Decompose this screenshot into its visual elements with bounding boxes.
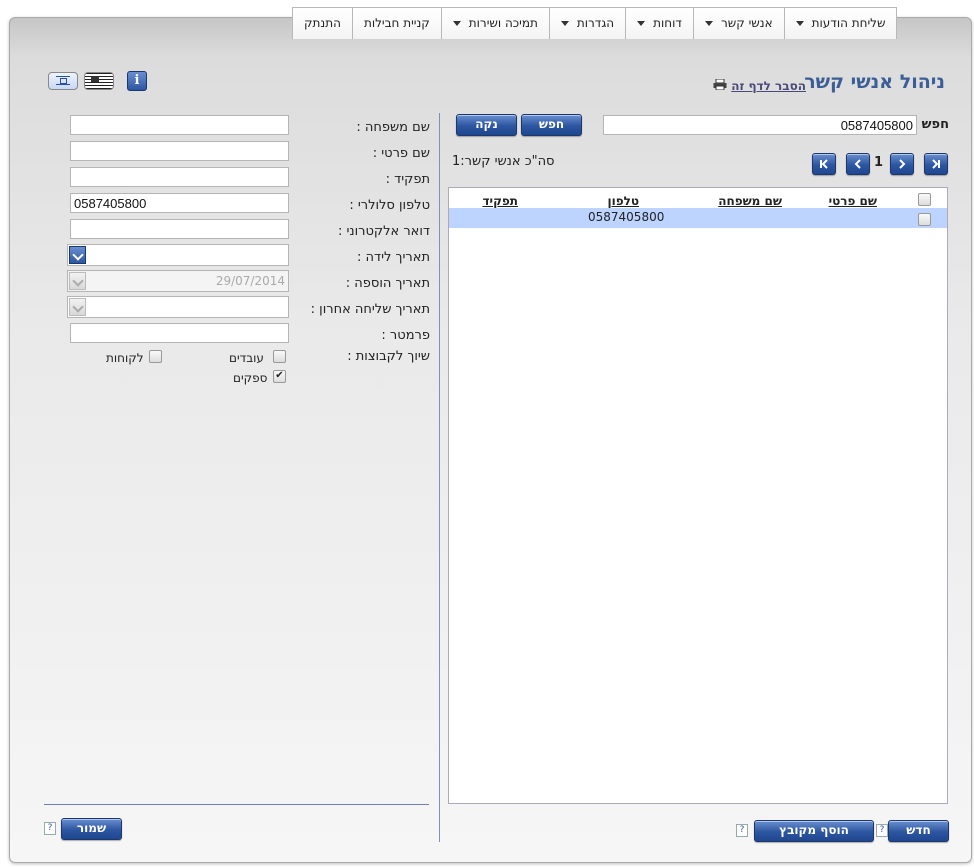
menu-send-messages[interactable]: שליחת הודעות — [783, 8, 897, 39]
group-customers-checkbox[interactable] — [149, 350, 162, 363]
page-title: ניהול אנשי קשר — [804, 71, 945, 93]
row-checkbox[interactable] — [918, 213, 931, 226]
first-page-button[interactable] — [924, 153, 948, 175]
flag-usa-icon[interactable] — [84, 72, 114, 90]
menu-settings[interactable]: הגדרות — [548, 8, 626, 39]
chevron-down-icon — [452, 21, 461, 26]
prev-page-button[interactable] — [890, 153, 914, 175]
added-date-dropdown-button — [69, 272, 86, 290]
chevron-down-icon — [72, 249, 84, 261]
last-name-field[interactable] — [70, 115, 289, 135]
added-date-picker: 29/07/2014 — [67, 270, 289, 292]
search-input[interactable] — [603, 115, 917, 135]
help-link[interactable]: הסבר לדף זה — [731, 79, 806, 93]
parameter-field[interactable] — [70, 323, 289, 343]
role-label: תפקיד : — [385, 172, 430, 187]
contacts-table: שם פרטי שם משפחה טלפון תפקיד 0587405800 — [448, 187, 948, 804]
chevron-down-icon — [72, 275, 84, 287]
last-page-button[interactable] — [812, 153, 836, 175]
chevron-down-icon — [795, 21, 804, 26]
info-icon[interactable]: i — [127, 71, 147, 91]
chevron-down-icon — [704, 21, 713, 26]
add-from-file-help-icon[interactable]: ? — [736, 824, 748, 837]
form-divider — [44, 804, 429, 805]
last-name-label: שם משפחה : — [356, 120, 430, 135]
menu-support[interactable]: תמיכה ושירות — [440, 8, 549, 39]
next-page-button[interactable] — [846, 153, 870, 175]
group-employees-label: עובדים — [229, 351, 264, 365]
birth-date-picker[interactable] — [67, 244, 289, 266]
mobile-label: טלפון סלולרי : — [349, 198, 430, 213]
group-employees-checkbox[interactable] — [273, 350, 286, 363]
first-name-label: שם פרטי : — [372, 146, 430, 161]
group-customers-label: לקוחות — [106, 351, 144, 365]
birth-date-label: תאריך לידה : — [357, 250, 430, 265]
chevron-down-icon — [72, 301, 84, 313]
menu-contacts[interactable]: אנשי קשר — [692, 8, 784, 39]
menu-logout[interactable]: התנתק — [293, 8, 352, 39]
save-button[interactable]: שמור — [61, 818, 122, 840]
table-row[interactable]: 0587405800 — [449, 208, 947, 228]
first-name-field[interactable] — [70, 141, 289, 161]
first-page-icon — [932, 159, 940, 169]
new-contact-button[interactable]: חדש — [888, 820, 949, 842]
added-date-label: תאריך הוספה : — [345, 276, 430, 291]
last-sent-date-label: תאריך שליחה אחרון : — [310, 302, 430, 317]
menu-buy-packages[interactable]: קניית חבילות — [351, 8, 441, 39]
menu-reports[interactable]: דוחות — [625, 8, 693, 39]
email-field[interactable] — [70, 219, 289, 239]
last-sent-date-dropdown-button — [69, 298, 86, 316]
row-phone: 0587405800 — [588, 210, 665, 224]
top-menu: שליחת הודעות אנשי קשר דוחות הגדרות תמיכה… — [292, 7, 898, 39]
birth-date-dropdown-button[interactable] — [69, 246, 86, 264]
column-header-first-name[interactable]: שם פרטי — [829, 194, 877, 208]
print-icon[interactable] — [713, 79, 727, 90]
column-header-phone[interactable]: טלפון — [607, 194, 639, 208]
email-label: דואר אלקטרוני : — [337, 224, 430, 239]
select-all-checkbox[interactable] — [918, 193, 931, 206]
panel-divider — [439, 113, 440, 842]
mobile-field[interactable] — [70, 193, 289, 213]
groups-label: שיוך לקבוצות : — [347, 349, 430, 364]
group-suppliers-checkbox[interactable]: ✔ — [273, 370, 286, 383]
search-label: חפש — [921, 117, 949, 132]
clear-button[interactable]: נקה — [456, 114, 517, 136]
last-sent-date-picker — [67, 296, 289, 318]
current-page: 1 — [874, 155, 884, 170]
parameter-label: פרמטר : — [381, 328, 430, 343]
group-suppliers-label: ספקים — [233, 371, 268, 385]
search-button[interactable]: חפש — [521, 114, 582, 136]
chevron-right-icon — [899, 159, 906, 169]
chevron-down-icon — [560, 21, 569, 26]
add-from-file-button[interactable]: הוסף מקובץ — [754, 820, 874, 842]
new-help-icon[interactable]: ? — [876, 824, 888, 837]
role-field[interactable] — [70, 167, 289, 187]
save-help-icon[interactable]: ? — [44, 822, 56, 835]
chevron-left-icon — [854, 159, 861, 169]
flag-israel-icon[interactable] — [48, 72, 78, 90]
last-page-icon — [820, 159, 828, 169]
column-header-last-name[interactable]: שם משפחה — [718, 194, 782, 208]
chevron-down-icon — [637, 21, 646, 26]
column-header-role[interactable]: תפקיד — [482, 194, 518, 208]
total-contacts: סה"כ אנשי קשר:1 — [452, 154, 555, 169]
